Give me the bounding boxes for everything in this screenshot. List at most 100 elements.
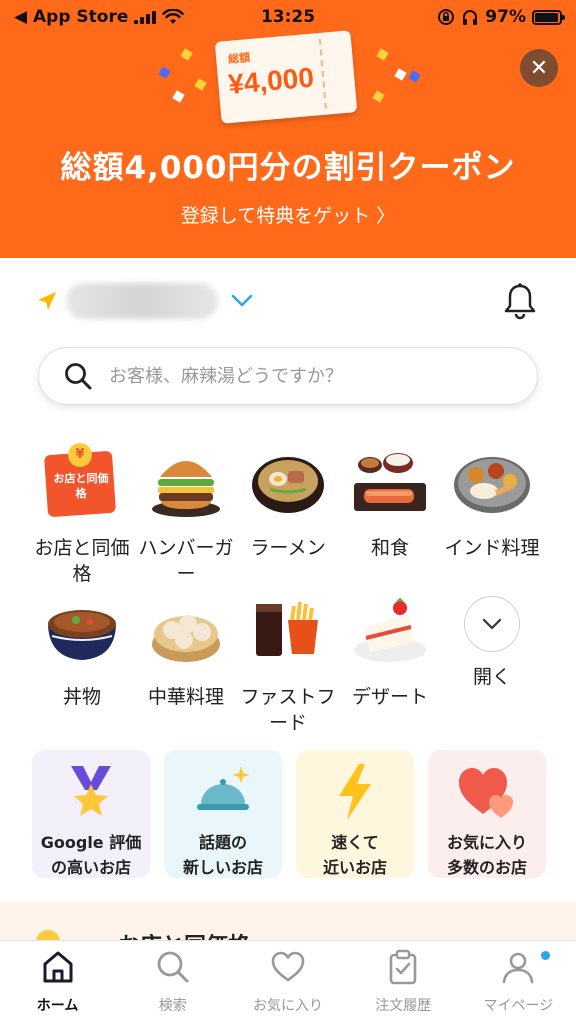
category-label: デザート [351, 686, 428, 708]
category-label: ハンバーガー [138, 537, 234, 585]
tab-label: マイページ [483, 998, 554, 1014]
dessert-icon [350, 592, 430, 672]
indian-food-icon [452, 443, 532, 523]
tab-label: 検索 [158, 998, 187, 1014]
banner-signup-link[interactable]: 登録して特典をゲット〉 [0, 201, 576, 228]
category-dessert[interactable]: デザート [334, 592, 446, 710]
category-fast-food[interactable]: ファストフード [232, 592, 344, 736]
orientation-lock-icon [438, 9, 455, 25]
coupon-ticket-image: 総額 ¥4,000 [214, 30, 358, 124]
feature-card-line2: の高いお店 [50, 858, 131, 877]
feature-card-line2: 近いお店 [322, 858, 387, 877]
tab-label: お気に入り [253, 998, 323, 1014]
feature-card-google-rated[interactable]: Google 評価 の高いお店 [32, 750, 150, 878]
bottom-tab-bar: ホーム 検索 お気に入り 注文履歴 マイページ [0, 940, 576, 1024]
tab-home[interactable]: ホーム [0, 941, 115, 1024]
lightning-icon [339, 764, 371, 820]
bell-icon[interactable] [502, 282, 538, 320]
battery-percent: 97% [485, 7, 526, 27]
fast-food-icon [248, 592, 328, 672]
close-icon: ✕ [529, 55, 549, 81]
search-icon [65, 363, 92, 390]
search-icon [157, 951, 189, 983]
feature-card-line1: 速くて [331, 833, 379, 852]
headphones-icon [463, 10, 478, 25]
close-banner-button[interactable]: ✕ [520, 49, 558, 87]
donburi-icon [42, 592, 122, 672]
category-label: 和食 [370, 537, 409, 559]
feature-card-new-trending[interactable]: 話題の 新しいお店 [164, 750, 282, 878]
tab-label: 注文履歴 [375, 998, 432, 1014]
notification-dot [540, 951, 550, 960]
confetti-decoration [172, 90, 185, 103]
ticket-amount: ¥4,000 [227, 61, 316, 100]
feature-card-line1: 話題の [198, 833, 247, 852]
location-arrow-icon [38, 292, 56, 310]
category-label: 中華料理 [147, 686, 224, 708]
category-washoku[interactable]: 和食 [334, 443, 446, 561]
expand-categories-button[interactable] [464, 596, 520, 652]
battery-icon [532, 9, 565, 25]
cloche-icon [197, 766, 250, 810]
ramen-icon [248, 443, 328, 523]
search-bar[interactable] [38, 347, 538, 405]
confetti-decoration [376, 48, 389, 61]
feature-card-most-favorited[interactable]: お気に入り 多数のお店 [428, 750, 546, 878]
chevron-down-icon[interactable] [228, 286, 256, 314]
confetti-decoration [394, 68, 407, 81]
hamburger-icon [146, 443, 226, 523]
cellular-signal-icon [134, 10, 157, 24]
back-to-app-store-link[interactable]: ◀ App Store [14, 7, 128, 27]
banner-link-label: 登録して特典をゲット [180, 205, 371, 227]
feature-card-line1: お気に入り [446, 833, 527, 852]
category-hamburger[interactable]: ハンバーガー [130, 443, 242, 587]
home-icon [43, 951, 73, 983]
category-donburi[interactable]: 丼物 [26, 592, 138, 710]
chevron-down-icon [482, 618, 502, 630]
feature-card-line1: Google 評価 [40, 833, 142, 852]
confetti-decoration [408, 70, 421, 83]
user-icon [503, 952, 534, 984]
banner-title: 総額4,000円分の割引クーポン [60, 150, 516, 186]
confetti-decoration [372, 90, 385, 103]
heart-icon [271, 951, 305, 982]
chevron-right-icon: 〉 [376, 205, 396, 227]
category-label: インド料理 [444, 537, 540, 559]
wifi-icon [162, 9, 185, 24]
promo-banner[interactable]: 総額 ¥4,000 ✕ 総額4,000円分の割引クーポン 登録して特典をゲット〉 [0, 0, 576, 258]
medal-icon [71, 766, 111, 816]
location-header [0, 270, 576, 332]
confetti-decoration [158, 66, 171, 79]
same-price-image-label: お店と同価格 [53, 472, 109, 500]
category-label: 丼物 [62, 686, 101, 708]
category-indian-food[interactable]: インド料理 [436, 443, 548, 561]
tab-order-history[interactable]: 注文履歴 [346, 941, 461, 1024]
category-label: ラーメン [250, 537, 326, 559]
clipboard-icon [389, 949, 417, 985]
washoku-icon [350, 443, 430, 523]
category-label: 開く [472, 666, 511, 688]
category-label: お店と同価格 [34, 537, 130, 585]
category-label: ファストフード [240, 686, 336, 734]
tab-favorites[interactable]: お気に入り [230, 941, 345, 1024]
hearts-icon [459, 768, 513, 818]
category-expand[interactable]: 開く [436, 584, 548, 690]
feature-card-line2: 多数のお店 [446, 858, 527, 877]
feature-card-fast-nearby[interactable]: 速くて 近いお店 [296, 750, 414, 878]
ticket-tag: 総額 [227, 51, 251, 66]
chinese-food-icon [146, 592, 226, 672]
tab-search[interactable]: 検索 [115, 941, 230, 1024]
tab-my-page[interactable]: マイページ [461, 941, 576, 1024]
category-chinese-food[interactable]: 中華料理 [130, 592, 242, 710]
delivery-address-blurred[interactable] [66, 283, 218, 319]
confetti-decoration [180, 48, 193, 61]
confetti-decoration [194, 78, 207, 91]
same-price-icon: ¥ お店と同価格 [42, 443, 122, 523]
category-same-price[interactable]: ¥ お店と同価格 お店と同価格 [26, 443, 138, 587]
feature-card-line2: 新しいお店 [182, 858, 263, 877]
status-bar: ◀ App Store 13:25 97% [0, 0, 576, 34]
app-screen: 総額 ¥4,000 ✕ 総額4,000円分の割引クーポン 登録して特典をゲット〉… [0, 0, 576, 1024]
search-input[interactable] [109, 365, 469, 387]
category-ramen[interactable]: ラーメン [232, 443, 344, 561]
tab-label: ホーム [36, 998, 79, 1014]
